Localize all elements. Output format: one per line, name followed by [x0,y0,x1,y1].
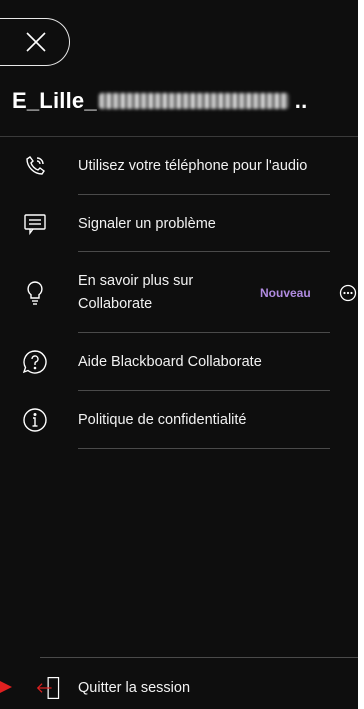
footer-divider [40,657,358,658]
menu-item-phone-audio[interactable]: Utilisez votre téléphone pour l'audio [0,150,358,182]
new-badge: Nouveau [260,286,311,300]
session-title-prefix: E_Lille_ [12,88,97,113]
close-button[interactable] [0,18,70,66]
menu-divider [78,194,330,195]
menu-item-label: Aide Blackboard Collaborate [78,354,262,370]
menu-item-help[interactable]: Aide Blackboard Collaborate [0,346,358,378]
header-divider [0,136,358,137]
leave-session-button[interactable]: Quitter la session [0,672,358,704]
redacted-session-name [98,93,289,109]
menu-item-privacy[interactable]: Politique de confidentialité [0,404,358,436]
menu-item-label-line1: En savoir plus sur [78,273,194,289]
menu-item-label-line2: Collaborate [78,296,153,312]
menu-item-learn-more[interactable]: En savoir plus sur Collaborate Nouveau [0,266,358,322]
menu-item-label: Utilisez votre téléphone pour l'audio [78,158,308,174]
report-problem-icon [22,211,48,237]
session-menu-panel: E_Lille_ .. Utilisez votre téléphone pou… [0,0,358,709]
menu-divider [78,332,330,333]
help-question-icon [22,349,48,375]
phone-audio-icon [22,153,48,179]
menu-item-report-problem[interactable]: Signaler un problème [0,208,358,240]
menu-item-label: Signaler un problème [78,216,216,232]
leave-session-label: Quitter la session [78,680,191,696]
close-icon [25,32,46,52]
session-title: E_Lille_ .. [12,88,352,114]
leave-session-icon [36,675,62,701]
info-icon [22,407,48,433]
menu-divider [78,448,330,449]
more-options-icon[interactable] [339,284,357,302]
menu-divider [78,251,330,252]
menu-item-label: Politique de confidentialité [78,412,247,428]
pointer-arrow-icon [0,681,12,693]
lightbulb-icon [22,280,48,306]
session-title-ellipsis: .. [294,88,308,113]
menu-divider [78,390,330,391]
